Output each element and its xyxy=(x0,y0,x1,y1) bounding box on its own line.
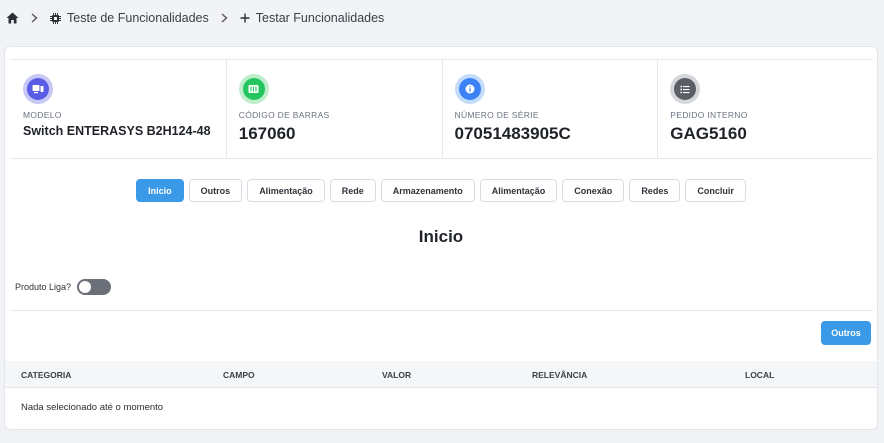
info-label: NÚMERO DE SÉRIE xyxy=(454,110,539,120)
main-card: MODELO Switch ENTERASYS B2H124-48 CÓDIGO… xyxy=(4,46,878,430)
column-header-valor[interactable]: VALOR xyxy=(382,370,411,380)
section-title: Inicio xyxy=(418,227,464,246)
info-cell-pedido: PEDIDO INTERNO GAG5160 xyxy=(658,60,873,158)
info-cell-modelo: MODELO Switch ENTERASYS B2H124-48 xyxy=(11,60,227,158)
tab-armazenamento[interactable]: Armazenamento xyxy=(380,179,475,202)
info-value-serie: 07051483905C xyxy=(454,124,571,143)
device-icon xyxy=(23,74,53,104)
info-label: MODELO xyxy=(23,110,62,120)
tab-alimentacao-2[interactable]: Alimentação xyxy=(479,179,558,202)
produto-liga-row: Produto Liga? xyxy=(15,279,112,295)
chevron-right-icon xyxy=(31,13,38,23)
info-label: PEDIDO INTERNO xyxy=(670,110,748,120)
chevron-right-icon xyxy=(221,13,228,23)
tab-inicio[interactable]: Inicio xyxy=(136,179,184,202)
list-icon xyxy=(670,74,701,104)
table-empty-message: Nada selecionado até o momento xyxy=(21,402,164,413)
breadcrumb-label: Testar Funcionalidades xyxy=(255,11,385,25)
chip-icon xyxy=(50,12,61,24)
column-header-local[interactable]: LOCAL xyxy=(745,370,774,380)
toggle-label: Produto Liga? xyxy=(15,282,72,292)
tab-bar: Inicio Outros Alimentação Rede Armazenam… xyxy=(5,179,877,202)
info-value-codigo: 167060 xyxy=(238,124,296,143)
home-icon[interactable] xyxy=(6,12,19,24)
breadcrumb-label: Teste de Funcionalidades xyxy=(67,11,209,25)
tab-redes[interactable]: Redes xyxy=(629,179,681,202)
plus-icon xyxy=(240,13,250,23)
tab-concluir[interactable]: Concluir xyxy=(685,179,746,202)
table-header: CATEGORIA CAMPO VALOR RELEVÂNCIA LOCAL xyxy=(5,361,877,388)
tab-outros[interactable]: Outros xyxy=(188,179,243,202)
divider xyxy=(11,310,873,311)
info-value-modelo: Switch ENTERASYS B2H124-48 xyxy=(23,124,211,138)
info-cell-serie: NÚMERO DE SÉRIE 07051483905C xyxy=(443,60,659,158)
barcode-icon xyxy=(238,74,269,104)
breadcrumb: Teste de Funcionalidades Testar Funciona… xyxy=(6,8,384,28)
info-cell-codigo: CÓDIGO DE BARRAS 167060 xyxy=(227,60,443,158)
info-icon xyxy=(454,74,485,104)
tab-conexao[interactable]: Conexão xyxy=(562,179,625,202)
info-value-pedido: GAG5160 xyxy=(670,124,747,143)
tab-rede[interactable]: Rede xyxy=(329,179,376,202)
produto-liga-toggle[interactable] xyxy=(77,279,112,295)
column-header-categoria[interactable]: CATEGORIA xyxy=(21,370,71,380)
column-header-campo[interactable]: CAMPO xyxy=(223,370,255,380)
breadcrumb-item-teste[interactable]: Teste de Funcionalidades xyxy=(50,11,209,25)
toggle-knob xyxy=(79,281,92,293)
column-header-relevancia[interactable]: RELEVÂNCIA xyxy=(532,370,587,380)
info-label: CÓDIGO DE BARRAS xyxy=(238,110,330,120)
tab-alimentacao[interactable]: Alimentação xyxy=(247,179,325,202)
info-row: MODELO Switch ENTERASYS B2H124-48 CÓDIGO… xyxy=(11,59,873,159)
breadcrumb-item-testar[interactable]: Testar Funcionalidades xyxy=(240,11,385,25)
outros-button[interactable]: Outros xyxy=(821,321,871,345)
